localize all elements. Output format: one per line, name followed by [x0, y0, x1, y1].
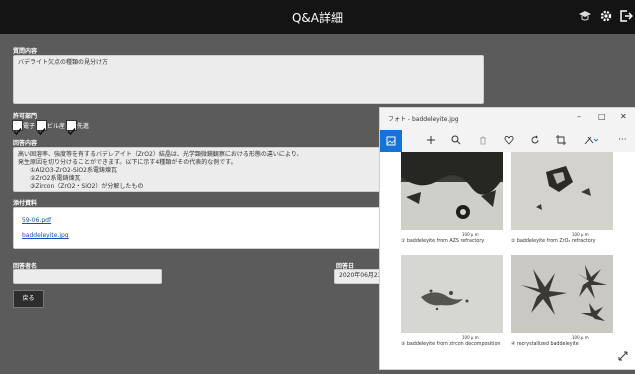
caption-4: ④ recrystallized baddeleyite — [511, 342, 579, 347]
photo-window-title: フォト - baddeleyite.jpg — [388, 116, 459, 123]
micrograph-4 — [511, 255, 613, 333]
minimize-button[interactable]: – — [577, 112, 581, 121]
section-label: 許可部門 — [13, 113, 38, 120]
caption-3: ③ baddeleyite from zircon decomposition — [401, 342, 501, 347]
attachment-label: 添付資料 — [13, 200, 38, 207]
plus-icon[interactable] — [426, 135, 436, 145]
question-field[interactable]: バデライト欠点の種類の見分け方 — [13, 55, 484, 104]
answer-line: ③Zircon（ZrO2・SiO2）が分解したもの — [30, 183, 144, 190]
answer-label: 回答内容 — [13, 140, 38, 147]
checkbox-denshi-label: 電子 — [23, 123, 36, 130]
page-title: Q&A詳細 — [291, 11, 343, 25]
more-icon[interactable]: ··· — [618, 135, 627, 145]
checkbox-birusan[interactable] — [36, 120, 47, 136]
question-label: 質問内容 — [13, 48, 38, 55]
back-button[interactable]: 戻る — [13, 290, 44, 308]
checkbox-senshin-label: 先進 — [77, 123, 90, 130]
top-bar: Q&A詳細 — [0, 0, 635, 34]
gear-icon[interactable] — [599, 9, 613, 23]
maximize-button[interactable]: □ — [598, 112, 606, 121]
attachment-link-jpg[interactable]: baddeleyite.jpg — [22, 232, 69, 239]
scale-bar-label: 100 μ m — [572, 335, 589, 340]
edit-icon[interactable] — [584, 135, 598, 145]
photo-content: 100 μ m ① baddeleyite from AZS refractor… — [380, 152, 635, 369]
micrograph-3 — [401, 255, 503, 333]
answer-line: ①Al2O3-ZrO2-SiO2系電鋳煉瓦 — [30, 167, 117, 174]
answer-line: ②ZrO2系電鋳煉瓦 — [30, 175, 81, 182]
heart-icon[interactable] — [504, 135, 514, 145]
image-button[interactable] — [380, 130, 402, 152]
attachment-link-pdf[interactable]: 59-06.pdf — [22, 217, 51, 224]
date-field[interactable]: 2020年06月23 — [334, 269, 382, 284]
zoom-icon[interactable] — [451, 135, 461, 145]
answer-line: 高い固溶率、強度等を有するバデレアイト（ZrO2）結晶は、光学顕微鏡観察における… — [18, 151, 303, 158]
logout-icon[interactable] — [619, 9, 633, 23]
checkbox-denshi[interactable] — [12, 120, 23, 136]
scale-bar-label: 100 μ m — [572, 232, 589, 237]
question-value: バデライト欠点の種類の見分け方 — [18, 59, 109, 66]
answer-line: 発生原因を切り分けることができます。以下に示す4種類がその代表的な例です。 — [18, 159, 237, 166]
responder-field[interactable] — [13, 269, 162, 284]
image-icon — [386, 136, 396, 146]
attachment-box: 59-06.pdf baddeleyite.jpg — [13, 207, 384, 249]
caption-2: ② baddeleyite from ZrO₂ refractory — [511, 239, 596, 244]
crop-icon[interactable] — [556, 135, 566, 145]
trash-icon[interactable] — [478, 135, 488, 145]
photo-viewer-window: フォト - baddeleyite.jpg – □ ✕ ··· 100 μ m … — [379, 107, 635, 370]
scale-bar-label: 100 μ m — [462, 335, 479, 340]
micrograph-2 — [511, 152, 613, 230]
micrograph-1 — [401, 152, 503, 230]
close-button[interactable]: ✕ — [620, 112, 627, 121]
checkbox-birusan-label: ビル産 — [47, 123, 66, 130]
rotate-icon[interactable] — [530, 135, 540, 145]
date-value: 2020年06月23 — [339, 272, 382, 279]
checkbox-senshin[interactable] — [66, 120, 77, 136]
scale-bar-label: 100 μ m — [462, 232, 479, 237]
caption-1: ① baddeleyite from AZS refractory — [401, 239, 485, 244]
graduation-cap-icon[interactable] — [578, 9, 592, 23]
expand-icon[interactable] — [618, 351, 628, 361]
answer-field[interactable]: 高い固溶率、強度等を有するバデレアイト（ZrO2）結晶は、光学顕微鏡観察における… — [13, 147, 384, 192]
